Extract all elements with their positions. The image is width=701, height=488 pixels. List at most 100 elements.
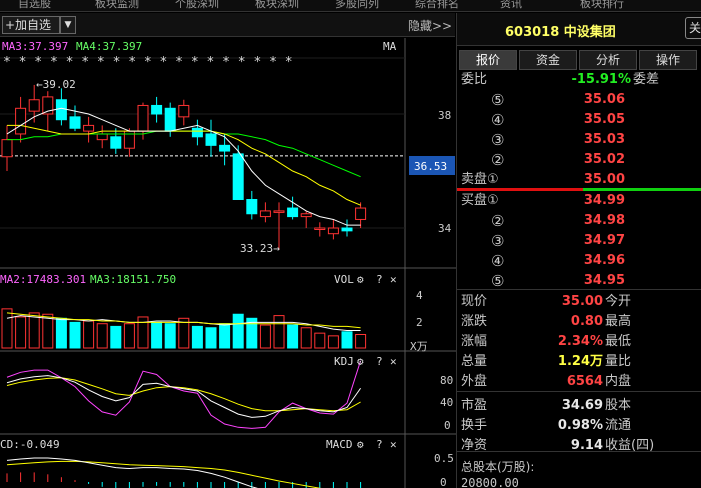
stat-label: 外盘	[461, 374, 488, 389]
help-icon[interactable]: ?	[376, 438, 383, 451]
kdj-tick: 40	[440, 396, 453, 409]
add-to-watchlist-button[interactable]: +加自选	[2, 16, 60, 34]
stat-label: 最高	[605, 314, 632, 329]
macd-panel-name: MACD	[326, 438, 353, 451]
gear-icon[interactable]: ⚙	[357, 355, 364, 368]
vol-ma3-label: MA3:18151.750	[90, 273, 176, 286]
menu-item[interactable]: 自选股	[18, 0, 51, 11]
quote-panel: 603018 中设集团 关 报价 资金 分析 操作 委比 -15.91% 委差 …	[456, 13, 701, 488]
kdj-panel-name: KDJ	[334, 355, 354, 368]
buy-level-label: ④	[491, 252, 505, 270]
candle-body	[300, 213, 312, 218]
kline-layer	[0, 84, 405, 250]
stock-chart[interactable]: MA3:37.397 MA4:37.397 MA * * * * * * * *…	[0, 38, 456, 488]
candle-body	[1, 139, 13, 158]
help-icon[interactable]: ?	[376, 273, 383, 286]
stat-label: 流通	[605, 418, 632, 433]
stat-label: 内盘	[605, 374, 632, 389]
vol-ma2-label: MA2:17483.301	[0, 273, 86, 286]
volume-bar	[205, 327, 217, 349]
volume-bar	[83, 320, 95, 349]
tab-operation[interactable]: 操作	[639, 50, 697, 70]
gear-icon[interactable]: ⚙	[357, 273, 364, 286]
kdj-tick: 0	[444, 419, 451, 432]
stat-value: 35.00	[561, 294, 603, 309]
volume-bar	[341, 331, 353, 349]
high-annotation: ←39.02	[36, 78, 76, 91]
menu-item[interactable]: 个股深圳	[175, 0, 219, 11]
candle-body	[55, 99, 67, 121]
buy-level-price[interactable]: 34.98	[561, 211, 625, 231]
sell-level-price[interactable]: 35.03	[561, 130, 625, 150]
stat-label: 总量	[461, 354, 488, 369]
candle-body	[355, 207, 367, 220]
stat-value: 6564	[566, 374, 603, 389]
stat-value: 0.98%	[557, 418, 603, 433]
buy-level-label: ③	[491, 232, 505, 250]
buy-level-price[interactable]: 34.96	[561, 251, 625, 271]
tab-funds[interactable]: 资金	[519, 50, 577, 70]
chevron-down-icon[interactable]: ▼	[60, 16, 76, 34]
menu-item[interactable]: 板块深圳	[255, 0, 299, 11]
stat-label: 换手	[461, 418, 488, 433]
stat-value: 1.24万	[557, 354, 603, 369]
wb-value: -15.91%	[571, 72, 631, 87]
candle-body	[205, 133, 217, 146]
kdj-tick: 80	[440, 374, 453, 387]
menu-item[interactable]: 多股同列	[335, 0, 379, 11]
help-icon[interactable]: ?	[376, 355, 383, 368]
candle-body	[219, 144, 231, 152]
ma5-line	[6, 107, 361, 226]
candle-body	[96, 133, 108, 141]
vol-tick: 4	[416, 289, 423, 302]
menu-item[interactable]: 综合排名	[415, 0, 459, 11]
wc-label: 委差	[633, 72, 660, 87]
close-icon[interactable]: ✕	[390, 273, 397, 286]
tab-quote[interactable]: 报价	[459, 50, 517, 70]
tab-analysis[interactable]: 分析	[579, 50, 637, 70]
sell-level-label: ②	[491, 151, 505, 169]
menu-item[interactable]: 资讯	[500, 0, 522, 11]
volume-bar	[55, 317, 67, 349]
macd-label: CD:-0.049	[0, 438, 60, 451]
panel-action-button[interactable]: 关	[685, 17, 701, 39]
close-icon[interactable]: ✕	[390, 355, 397, 368]
volume-bar	[191, 325, 203, 349]
stat-value: 0.80	[570, 314, 603, 329]
candle-body	[15, 107, 27, 135]
volume-bar	[164, 323, 176, 349]
macd-tick: 0.5	[434, 452, 454, 465]
sell-level-label: ④	[491, 111, 505, 129]
stat-label: 涨跌	[461, 314, 488, 329]
buy-level-price[interactable]: 34.95	[561, 271, 625, 291]
buy-level-price[interactable]: 34.97	[561, 231, 625, 251]
candle-body	[232, 153, 244, 200]
sell-level-price[interactable]: 35.02	[561, 150, 625, 170]
stock-title: 603018 中设集团	[505, 25, 616, 40]
volume-bar	[287, 324, 299, 349]
candle-body	[151, 104, 163, 115]
hide-panel-button[interactable]: 隐藏>>	[408, 17, 452, 34]
chart-toolbar: +加自选 ▼ 隐藏>>	[0, 13, 455, 37]
buy-level-label: ②	[491, 212, 505, 230]
gear-icon[interactable]: ⚙	[357, 438, 364, 451]
candle-body	[137, 104, 149, 132]
wb-label: 委比	[461, 72, 488, 87]
menu-item[interactable]: 板块排行	[580, 0, 624, 11]
volume-bar	[28, 312, 40, 349]
stat-value: 34.69	[561, 398, 603, 413]
top-menu-strip: 自选股 板块监测 个股深圳 板块深圳 多股同列 综合排名 资讯 板块排行	[0, 0, 701, 12]
stat-value: 2.34%	[557, 334, 603, 349]
candle-body	[69, 116, 81, 129]
ma10-line	[7, 124, 361, 206]
sell-level-price[interactable]: 35.00	[561, 170, 625, 190]
volume-bar	[327, 335, 339, 349]
menu-item[interactable]: 板块监测	[95, 0, 139, 11]
close-icon[interactable]: ✕	[390, 438, 397, 451]
sell-level-price[interactable]: 35.05	[561, 110, 625, 130]
buy-level-label: ⑤	[491, 272, 505, 290]
current-price-tag: 36.53	[414, 160, 447, 173]
kdj-j-line	[6, 360, 362, 429]
sell-level-price[interactable]: 35.06	[561, 90, 625, 110]
buy-level-price[interactable]: 34.99	[561, 191, 625, 211]
